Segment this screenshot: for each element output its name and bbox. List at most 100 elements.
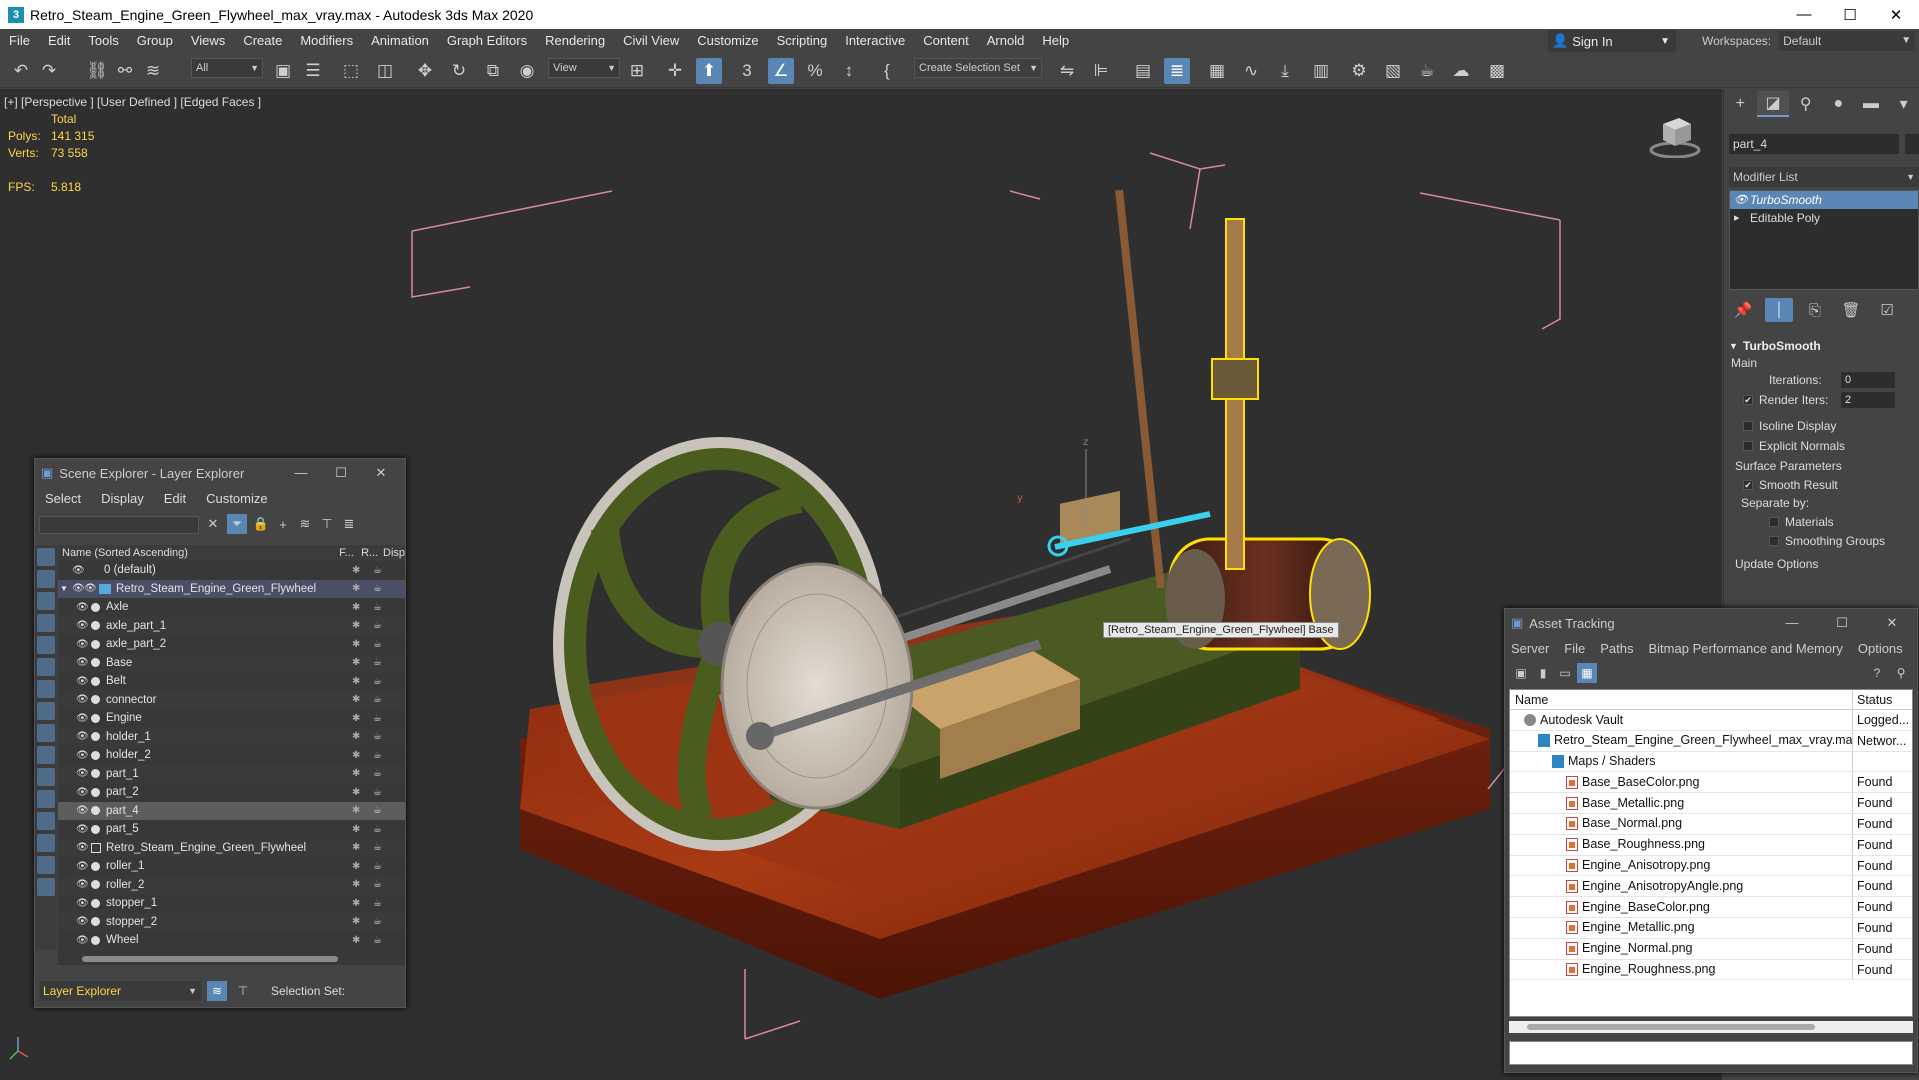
percent-snap-icon[interactable]: % bbox=[802, 58, 828, 84]
layer-row[interactable]: ▼ 👁 👁 Retro_Steam_Engine_Green_Flywheel ✱ ☕ bbox=[58, 579, 405, 598]
freeze-toggle-icon[interactable]: ✱ bbox=[352, 694, 360, 705]
visibility-eye-icon[interactable]: 👁 bbox=[76, 713, 89, 724]
visibility-eye-icon[interactable]: 👁 bbox=[76, 750, 89, 761]
stack-layers-icon[interactable]: ≣ bbox=[339, 514, 359, 534]
move-icon[interactable]: ✥ bbox=[412, 58, 438, 84]
render-in-cloud-icon[interactable]: ☁ bbox=[1448, 58, 1474, 84]
asset-row[interactable]: Retro_Steam_Engine_Green_Flywheel_max_vr… bbox=[1510, 730, 1912, 752]
invert-display-icon[interactable] bbox=[37, 856, 55, 874]
menu-scripting[interactable]: Scripting bbox=[768, 29, 837, 53]
se-menu-edit[interactable]: Edit bbox=[164, 491, 186, 506]
freeze-toggle-icon[interactable]: ✱ bbox=[352, 879, 360, 890]
object-row[interactable]: 👁 Axle ✱ ☕ bbox=[58, 598, 405, 617]
renderable-teapot-icon[interactable]: ☕ bbox=[373, 694, 382, 705]
at-menu-options[interactable]: Options bbox=[1858, 641, 1903, 656]
visibility-eye-icon[interactable]: 👁 bbox=[76, 676, 89, 687]
groups-filter-icon[interactable] bbox=[37, 680, 55, 698]
freeze-toggle-icon[interactable]: ✱ bbox=[352, 657, 360, 668]
lock-icon[interactable]: 🔒 bbox=[251, 514, 271, 534]
viewport-label-menu[interactable]: [+] [Perspective ] [User Defined ] [Edge… bbox=[4, 95, 261, 109]
render-production-icon[interactable]: ☕ bbox=[1414, 58, 1440, 84]
scene-explorer-titlebar[interactable]: ▣ Scene Explorer - Layer Explorer — ☐ ✕ bbox=[35, 459, 405, 487]
pivot-icon[interactable]: ⊞ bbox=[624, 58, 650, 84]
se-menu-select[interactable]: Select bbox=[45, 491, 81, 506]
menu-arnold[interactable]: Arnold bbox=[978, 29, 1034, 53]
render-setup-icon[interactable]: ⚙ bbox=[1346, 58, 1372, 84]
freeze-toggle-icon[interactable]: ✱ bbox=[352, 639, 360, 650]
materials-checkbox[interactable] bbox=[1769, 516, 1779, 527]
collapse-triangle-icon[interactable]: ▼ bbox=[60, 584, 72, 593]
geometry-filter-icon[interactable] bbox=[37, 548, 55, 566]
toggle-ribbon-icon[interactable]: ▦ bbox=[1204, 58, 1230, 84]
utilities-tab-icon[interactable]: ▾ bbox=[1887, 91, 1919, 117]
window-crossing-icon[interactable]: ◫ bbox=[372, 58, 398, 84]
object-row[interactable]: 👁 holder_2 ✱ ☕ bbox=[58, 746, 405, 765]
explicit-normals-checkbox[interactable] bbox=[1743, 441, 1753, 451]
at-menu-paths[interactable]: Paths bbox=[1600, 641, 1633, 656]
cameras-filter-icon[interactable] bbox=[37, 614, 55, 632]
renderable-teapot-icon[interactable]: ☕ bbox=[373, 787, 382, 798]
asset-row[interactable]: Autodesk Vault Logged... bbox=[1510, 710, 1912, 731]
rotate-icon[interactable]: ↻ bbox=[446, 58, 472, 84]
redo-icon[interactable]: ↷ bbox=[36, 58, 62, 84]
visibility-eye-icon[interactable]: 👁 bbox=[76, 657, 89, 668]
object-row[interactable]: 👁 stopper_2 ✱ ☕ bbox=[58, 912, 405, 931]
renderable-teapot-icon[interactable]: ☕ bbox=[373, 824, 382, 835]
asset-path-field[interactable] bbox=[1509, 1041, 1913, 1065]
at-menu-file[interactable]: File bbox=[1564, 641, 1585, 656]
highlight-editor-icon[interactable]: ▮ bbox=[1533, 663, 1553, 683]
visibility-eye-icon[interactable]: 👁 bbox=[76, 731, 89, 742]
scrollbar-thumb[interactable] bbox=[82, 956, 338, 962]
visibility-eye-icon[interactable]: 👁 bbox=[76, 787, 89, 798]
menu-help[interactable]: Help bbox=[1033, 29, 1078, 53]
maximize-icon[interactable]: ☐ bbox=[1827, 0, 1873, 29]
workspaces-dropdown[interactable]: Default ▼ bbox=[1779, 31, 1916, 51]
selection-filter-dropdown[interactable]: All ▼ bbox=[191, 58, 263, 78]
hierarchy-tab-icon[interactable]: ⚲ bbox=[1789, 91, 1822, 117]
scale-icon[interactable]: ⧉ bbox=[480, 58, 506, 84]
modifier-list-dropdown[interactable]: Modifier List ▼ bbox=[1729, 167, 1919, 187]
scrollbar-thumb[interactable] bbox=[1527, 1024, 1815, 1030]
visibility-eye-icon[interactable]: 👁 bbox=[76, 768, 89, 779]
material-editor-icon[interactable]: ▥ bbox=[1308, 58, 1334, 84]
object-row[interactable]: 👁 roller_1 ✱ ☕ bbox=[58, 857, 405, 876]
smooth-result-checkbox[interactable]: ✔ bbox=[1743, 480, 1753, 490]
xrefs-filter-icon[interactable] bbox=[37, 702, 55, 720]
refresh-icon[interactable]: ▣ bbox=[1511, 663, 1531, 683]
object-name-field[interactable]: part_4 bbox=[1729, 134, 1899, 154]
visibility-eye-icon[interactable]: 👁 bbox=[76, 842, 89, 853]
expand-triangle-icon[interactable]: ▸ bbox=[1734, 209, 1750, 227]
snaps-toggle-icon[interactable]: 3 bbox=[734, 58, 760, 84]
freeze-toggle-icon[interactable]: ✱ bbox=[352, 861, 360, 872]
object-row[interactable]: 👁 part_5 ✱ ☕ bbox=[58, 820, 405, 839]
object-row[interactable]: 👁 Belt ✱ ☕ bbox=[58, 672, 405, 691]
asset-row[interactable]: Base_BaseColor.png Found bbox=[1510, 772, 1912, 794]
sign-in-dropdown[interactable]: 👤 Sign In ▼ bbox=[1548, 30, 1676, 52]
isoline-display-checkbox[interactable] bbox=[1743, 421, 1753, 431]
render-activeshade-icon[interactable]: ▩ bbox=[1484, 58, 1510, 84]
maximize-icon[interactable]: ☐ bbox=[321, 465, 361, 481]
col-name-header[interactable]: Name bbox=[1510, 690, 1853, 709]
visibility-eye-icon[interactable]: 👁 bbox=[84, 583, 97, 594]
menu-civil-view[interactable]: Civil View bbox=[614, 29, 688, 53]
minimize-icon[interactable]: — bbox=[281, 465, 321, 481]
rendered-frame-window-icon[interactable]: ▧ bbox=[1380, 58, 1406, 84]
find-field[interactable] bbox=[39, 516, 199, 534]
maximize-icon[interactable]: ☐ bbox=[1817, 615, 1867, 631]
at-menu-bitmap-performance[interactable]: Bitmap Performance and Memory bbox=[1649, 641, 1843, 656]
visibility-eye-icon[interactable]: 👁 bbox=[76, 898, 89, 909]
visibility-eye-icon[interactable]: 👁 bbox=[72, 565, 85, 576]
menu-modifiers[interactable]: Modifiers bbox=[291, 29, 362, 53]
explorer-type-dropdown[interactable]: Layer Explorer ▼ bbox=[39, 981, 201, 1001]
object-row[interactable]: 👁 Wheel ✱ ☕ bbox=[58, 931, 405, 950]
visibility-eye-icon[interactable]: 👁 bbox=[76, 805, 89, 816]
freeze-toggle-icon[interactable]: ✱ bbox=[352, 842, 360, 853]
select-object-icon[interactable]: ▣ bbox=[270, 58, 296, 84]
visibility-eye-icon[interactable]: 👁 bbox=[76, 639, 89, 650]
horizontal-scrollbar[interactable] bbox=[1509, 1021, 1913, 1033]
shapes-filter-icon[interactable] bbox=[37, 570, 55, 588]
visibility-eye-icon[interactable]: 👁 bbox=[76, 602, 89, 613]
scene-explorer-toggle-icon[interactable]: ▤ bbox=[1130, 58, 1156, 84]
menu-interactive[interactable]: Interactive bbox=[836, 29, 914, 53]
select-by-name-icon[interactable]: ☰ bbox=[300, 58, 326, 84]
